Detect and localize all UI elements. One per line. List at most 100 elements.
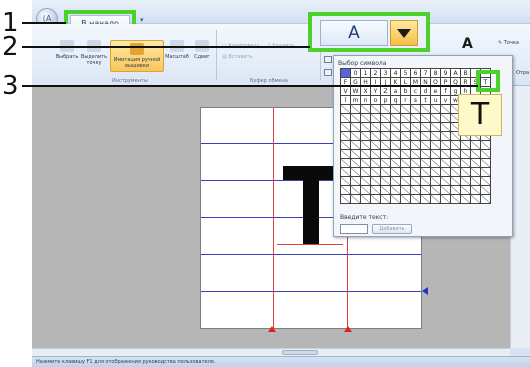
symbol-cell-empty[interactable] [390, 131, 401, 141]
symbol-cell-empty[interactable] [390, 113, 401, 123]
symbol-cell-empty[interactable] [380, 194, 391, 204]
vertical-scrollbar[interactable] [510, 86, 530, 348]
symbol-cell[interactable]: o [370, 95, 381, 105]
symbol-cell-empty[interactable] [390, 104, 401, 114]
symbol-cell-empty[interactable] [430, 113, 441, 123]
symbol-cell-empty[interactable] [450, 158, 461, 168]
symbol-cell-empty[interactable] [470, 149, 481, 159]
symbol-cell-empty[interactable] [410, 176, 421, 186]
symbol-cell-empty[interactable] [430, 176, 441, 186]
symbol-cell-empty[interactable] [370, 185, 381, 195]
symbol-cell[interactable]: n [360, 95, 371, 105]
symbol-cell-empty[interactable] [420, 131, 431, 141]
symbol-cell[interactable] [340, 68, 351, 78]
symbol-cell-empty[interactable] [400, 140, 411, 150]
symbol-cell-empty[interactable] [380, 113, 391, 123]
symbol-cell-empty[interactable] [400, 158, 411, 168]
symbol-cell-empty[interactable] [460, 194, 471, 204]
symbol-cell-empty[interactable] [400, 149, 411, 159]
symbol-cell-empty[interactable] [350, 131, 361, 141]
symbol-cell-empty[interactable] [420, 194, 431, 204]
symbol-cell[interactable]: m [350, 95, 361, 105]
symbol-cell-empty[interactable] [410, 185, 421, 195]
symbol-cell-empty[interactable] [360, 149, 371, 159]
symbol-cell-empty[interactable] [410, 158, 421, 168]
symbol-cell-empty[interactable] [450, 140, 461, 150]
symbol-cell-empty[interactable] [410, 131, 421, 141]
symbol-cell-empty[interactable] [450, 176, 461, 186]
symbol-cell[interactable]: A [450, 68, 461, 78]
symbol-cell-empty[interactable] [440, 140, 451, 150]
symbol-cell-empty[interactable] [400, 176, 411, 186]
symbol-cell-empty[interactable] [420, 158, 431, 168]
symbol-cell[interactable]: 2 [370, 68, 381, 78]
symbol-cell[interactable]: v [440, 95, 451, 105]
symbol-cell-empty[interactable] [380, 104, 391, 114]
symbol-cell[interactable]: 6 [410, 68, 421, 78]
symbol-cell-empty[interactable] [440, 194, 451, 204]
symbol-cell-empty[interactable] [370, 158, 381, 168]
symbol-cell[interactable]: 4 [390, 68, 401, 78]
symbol-cell-empty[interactable] [480, 140, 491, 150]
symbol-cell-empty[interactable] [480, 185, 491, 195]
symbol-cell-empty[interactable] [380, 149, 391, 159]
symbol-cell-empty[interactable] [420, 167, 431, 177]
symbol-cell-empty[interactable] [450, 185, 461, 195]
symbol-cell-empty[interactable] [400, 131, 411, 141]
add-button[interactable]: Добавить [372, 224, 412, 234]
symbol-cell-empty[interactable] [340, 113, 351, 123]
symbol-cell[interactable]: X [360, 86, 371, 96]
symbol-cell-empty[interactable] [430, 158, 441, 168]
symbol-cell-empty[interactable] [440, 158, 451, 168]
symbol-cell-empty[interactable] [420, 104, 431, 114]
symbol-cell-empty[interactable] [370, 140, 381, 150]
symbol-cell[interactable]: d [420, 86, 431, 96]
symbol-cell-empty[interactable] [380, 122, 391, 132]
horizontal-scrollbar[interactable] [32, 348, 510, 356]
symbol-cell-empty[interactable] [370, 113, 381, 123]
symbol-cell-empty[interactable] [340, 176, 351, 186]
symbol-cell-empty[interactable] [360, 104, 371, 114]
symbol-cell-empty[interactable] [420, 140, 431, 150]
symbol-cell-empty[interactable] [480, 167, 491, 177]
symbol-cell-empty[interactable] [360, 158, 371, 168]
symbol-cell-empty[interactable] [460, 149, 471, 159]
right-guide-marker-icon[interactable] [344, 326, 352, 332]
symbol-cell[interactable]: r [400, 95, 411, 105]
extra-button[interactable]: Отра [516, 70, 529, 76]
symbol-cell[interactable]: u [430, 95, 441, 105]
scale-button[interactable]: Масштаб [164, 40, 190, 60]
symbol-cell-empty[interactable] [350, 104, 361, 114]
symbol-cell-empty[interactable] [360, 194, 371, 204]
left-guide-marker-icon[interactable] [268, 326, 276, 332]
symbol-cell[interactable]: 7 [420, 68, 431, 78]
symbol-cell-empty[interactable] [350, 158, 361, 168]
symbol-cell-empty[interactable] [390, 122, 401, 132]
symbol-cell[interactable]: 5 [400, 68, 411, 78]
symbol-cell[interactable]: s [410, 95, 421, 105]
symbol-cell-empty[interactable] [410, 140, 421, 150]
symbol-cell-empty[interactable] [400, 113, 411, 123]
symbol-cell-empty[interactable] [340, 185, 351, 195]
symbol-cell-empty[interactable] [470, 185, 481, 195]
symbol-cell-empty[interactable] [420, 122, 431, 132]
symbol-cell-empty[interactable] [370, 176, 381, 186]
symbol-cell-empty[interactable] [430, 194, 441, 204]
symbol-cell-empty[interactable] [430, 104, 441, 114]
symbol-cell-empty[interactable] [390, 140, 401, 150]
symbol-cell-empty[interactable] [470, 140, 481, 150]
symbol-cell-empty[interactable] [390, 185, 401, 195]
symbol-cell-empty[interactable] [430, 140, 441, 150]
symbol-cell-empty[interactable] [360, 131, 371, 141]
symbol-cell-empty[interactable] [360, 167, 371, 177]
select-point-button[interactable]: Выделить точку [80, 40, 108, 66]
symbol-cell-empty[interactable] [450, 194, 461, 204]
symbol-cell-empty[interactable] [360, 185, 371, 195]
manual-embroidery-button[interactable]: Имитация ручной вышивки [110, 40, 164, 72]
symbol-cell-empty[interactable] [390, 176, 401, 186]
symbol-cell-empty[interactable] [360, 140, 371, 150]
symbol-cell-empty[interactable] [390, 149, 401, 159]
symbol-cell-empty[interactable] [460, 158, 471, 168]
symbol-cell-empty[interactable] [350, 149, 361, 159]
baseline-marker-icon[interactable] [422, 287, 428, 295]
